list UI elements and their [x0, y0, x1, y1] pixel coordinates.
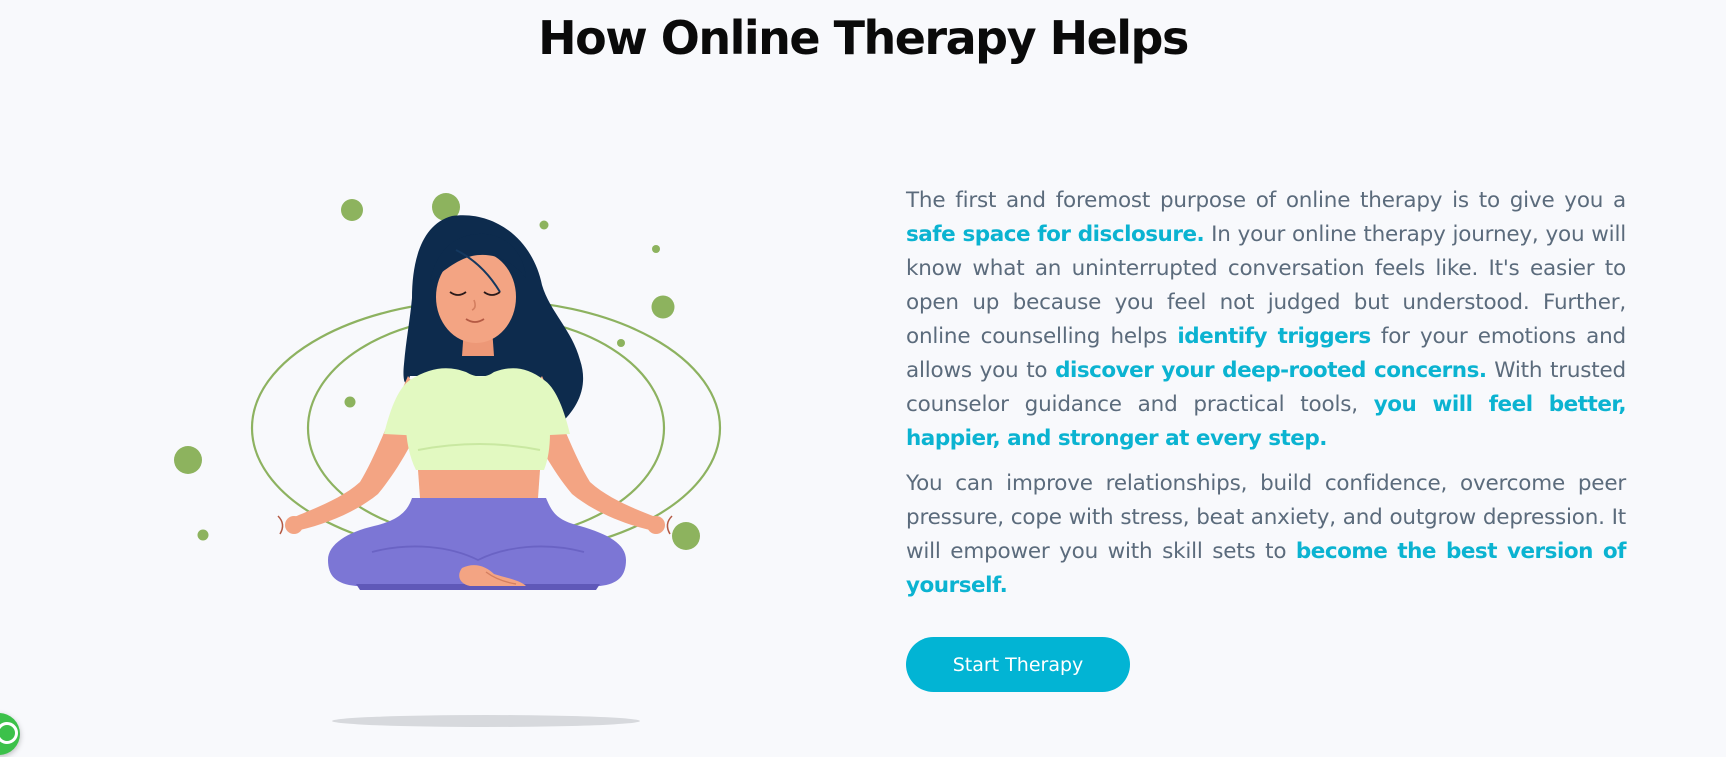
section-title: How Online Therapy Helps — [538, 11, 1189, 65]
meditating-woman-illustration — [160, 180, 740, 740]
highlight-safe-space: safe space for disclosure. — [906, 222, 1205, 247]
whatsapp-icon — [0, 722, 18, 744]
therapy-benefits-content: The first and foremost purpose of online… — [906, 184, 1627, 603]
paragraph-1-text-1: The first and foremost purpose of online… — [906, 188, 1626, 213]
benefits-paragraph-1: The first and foremost purpose of online… — [906, 184, 1627, 456]
whatsapp-chat-button[interactable] — [0, 713, 20, 755]
start-therapy-button[interactable]: Start Therapy — [906, 637, 1130, 692]
benefits-paragraph-2: You can improve relationships, build con… — [906, 467, 1627, 603]
highlight-identify-triggers: identify triggers — [1177, 324, 1371, 349]
highlight-deep-rooted-concerns: discover your deep-rooted concerns. — [1055, 358, 1487, 383]
meditating-woman-icon — [174, 193, 722, 727]
